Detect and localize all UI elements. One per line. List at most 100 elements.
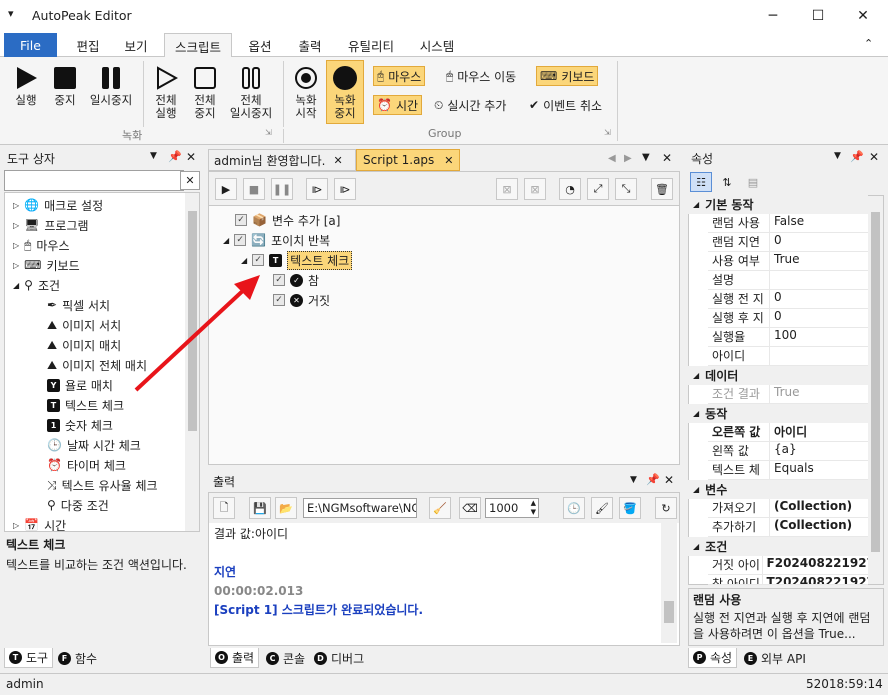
tab-options[interactable]: 옵션 [238, 33, 282, 57]
script-stop-button[interactable]: ■ [243, 178, 265, 200]
toolbox-item-yolo-match[interactable]: Y 욜로 매치 [47, 375, 113, 395]
clean-button[interactable]: 🧹 [429, 497, 451, 519]
toolbox-item-keyboard[interactable]: ▷ ⌨ 키보드 [13, 255, 80, 275]
dialog-launcher-icon[interactable]: ⇲ [604, 128, 611, 137]
property-row[interactable]: 랜덤 지연 0 [708, 233, 868, 252]
toolbox-item-datetime-check[interactable]: 🕒 날짜 시간 체크 [47, 435, 141, 455]
collapse-all-button[interactable]: ⤡ [615, 178, 637, 200]
property-row[interactable]: 아이디 [708, 347, 868, 366]
record-stop-button[interactable]: 녹화 중지 [326, 60, 364, 124]
tab-script[interactable]: 스크립트 [164, 33, 232, 58]
close-icon[interactable]: ✕ [186, 150, 196, 164]
toolbox-item-program[interactable]: ▷ 🖥 프로그램 [13, 215, 89, 235]
minimize-button[interactable]: ─ [750, 0, 796, 32]
spinner-arrows-icon[interactable]: ▲ ▼ [531, 499, 536, 517]
toolbox-item-number-check[interactable]: 1 숫자 체크 [47, 415, 113, 435]
step-button[interactable]: ⧐ [306, 178, 328, 200]
save-log-button[interactable]: 💾 [249, 497, 271, 519]
refresh-button[interactable]: ◔ [559, 178, 581, 200]
tab-console[interactable]: C 콘솔 [262, 648, 309, 668]
delete-button[interactable]: 🗑 [651, 178, 673, 200]
max-lines-spinner[interactable]: 1000 ▲ ▼ [485, 498, 539, 518]
doc-tab-welcome[interactable]: admin님 환영합니다. ✕ [208, 149, 356, 171]
property-row[interactable]: 참 아이디T2024082219273 [708, 575, 868, 585]
property-row[interactable]: 조건 결과 True [708, 385, 868, 404]
tab-utility[interactable]: 유틸리티 [338, 33, 404, 57]
property-row[interactable]: 거짓 아이F2024082219273 [708, 556, 868, 575]
tab-functions[interactable]: F 함수 [54, 648, 101, 668]
pause-all-button[interactable]: 전체 일시중지 [226, 65, 276, 120]
toolbox-item-pixel-search[interactable]: ✒ 픽셀 서치 [47, 295, 110, 315]
scroll-thumb[interactable] [871, 212, 880, 552]
script-pause-button[interactable]: ❚❚ [271, 178, 293, 200]
timestamp-button[interactable]: 🕒 [563, 497, 585, 519]
tab-properties[interactable]: P 속성 [688, 648, 738, 668]
property-row[interactable]: 텍스트 체 Equals [708, 461, 868, 480]
script-run-button[interactable]: ▶ [215, 178, 237, 200]
pin-icon[interactable]: 📌 [168, 150, 182, 163]
property-row[interactable]: 설명 [708, 271, 868, 290]
close-button[interactable]: ✕ [840, 0, 886, 32]
script-node-variable-add[interactable]: ✓ 📦 변수 추가 [a] [235, 210, 340, 230]
new-log-button[interactable]: 🗋 [213, 497, 235, 519]
checkbox[interactable]: ✓ [273, 294, 285, 306]
open-folder-button[interactable]: 📂 [275, 497, 297, 519]
log-path-input[interactable]: E:\NGMsoftware\NG [303, 498, 417, 518]
tab-edit[interactable]: 편집 [66, 33, 110, 57]
categorized-button[interactable]: ☷ [690, 172, 712, 192]
event-cancel-toggle[interactable]: ✔ 이벤트 취소 [526, 95, 605, 115]
property-row[interactable]: 랜덤 사용 False [708, 214, 868, 233]
tab-debug[interactable]: D 디버그 [310, 648, 368, 668]
run-button[interactable]: 실행 [8, 65, 44, 107]
script-node-false[interactable]: ✓ ✕ 거짓 [273, 290, 330, 310]
output-scrollbar[interactable] [661, 523, 677, 643]
scroll-right-icon[interactable]: ▶ [624, 153, 632, 164]
toolbox-item-mouse[interactable]: ▷ 🖱 마우스 [13, 235, 69, 255]
toolbox-item-text-similarity[interactable]: ⤨ 텍스트 유사율 체크 [47, 475, 158, 495]
tab-output-panel[interactable]: O 출력 [210, 648, 260, 668]
property-row[interactable]: 실행 전 지0 [708, 290, 868, 309]
pin-icon[interactable]: 📌 [646, 473, 660, 486]
tab-output[interactable]: 출력 [288, 33, 332, 57]
category-basic[interactable]: ◢ 기본 동작 [688, 195, 868, 214]
mouse-move-toggle[interactable]: 🖱 마우스 이동 [443, 66, 519, 86]
property-pages-button[interactable]: ▤ [742, 172, 764, 192]
tab-tools[interactable]: T 도구 [4, 648, 54, 668]
collapse-ribbon-icon[interactable]: ⌃ [864, 37, 873, 50]
property-row[interactable]: 가져오기 (Collection) [708, 499, 868, 518]
dropdown-icon[interactable]: ▼ [150, 151, 157, 161]
toolbox-item-image-search[interactable]: ⛰ 이미지 서치 [47, 315, 121, 335]
eraser-button[interactable]: ⌫ [459, 497, 481, 519]
realtime-add-toggle[interactable]: ⏲ 실시간 추가 [431, 95, 509, 115]
search-clear-button[interactable]: ✕ [180, 171, 200, 190]
script-node-foreach[interactable]: ◢ ✓ 🔄 포이치 반복 [223, 230, 330, 250]
property-row[interactable]: 실행율 100 [708, 328, 868, 347]
property-row[interactable]: 오른쪽 값 아이디 [708, 423, 868, 442]
dialog-launcher-icon[interactable]: ⇲ [265, 128, 272, 137]
dropdown-icon[interactable]: ▼ [834, 151, 841, 161]
dropdown-icon[interactable]: ▼ [630, 475, 637, 485]
step-into-button[interactable]: ⧐ [334, 178, 356, 200]
pin-icon[interactable]: 📌 [850, 150, 864, 163]
checkbox[interactable]: ✓ [252, 254, 265, 266]
close-icon[interactable]: ✕ [869, 150, 879, 164]
close-icon[interactable]: ✕ [333, 154, 342, 167]
close-icon[interactable]: ✕ [444, 154, 453, 167]
property-row[interactable]: 실행 후 지0 [708, 309, 868, 328]
time-record-toggle[interactable]: ⏰ 시간 [373, 95, 423, 115]
tab-system[interactable]: 시스템 [410, 33, 464, 57]
toolbox-search-input[interactable] [4, 170, 184, 191]
checkbox[interactable]: ✓ [234, 234, 247, 246]
toolbox-item-image-match[interactable]: ⛰ 이미지 매치 [47, 335, 121, 355]
maximize-button[interactable]: ☐ [795, 0, 841, 32]
keyboard-record-toggle[interactable]: ⌨ 키보드 [536, 66, 599, 86]
category-action[interactable]: ◢ 동작 [688, 404, 868, 423]
toolbox-item-multi-condition[interactable]: ⚲ 다중 조건 [47, 495, 109, 515]
fill-color-button[interactable]: 🪣 [619, 497, 641, 519]
properties-scrollbar[interactable] [868, 196, 883, 584]
category-data[interactable]: ◢ 데이터 [688, 366, 868, 385]
refresh-button[interactable]: ↻ [655, 497, 677, 519]
toolbox-item-timer-check[interactable]: ⏰ 타이머 체크 [47, 455, 126, 475]
tab-file[interactable]: File [4, 33, 57, 57]
disabled-action-button[interactable]: ⊠ [524, 178, 546, 200]
